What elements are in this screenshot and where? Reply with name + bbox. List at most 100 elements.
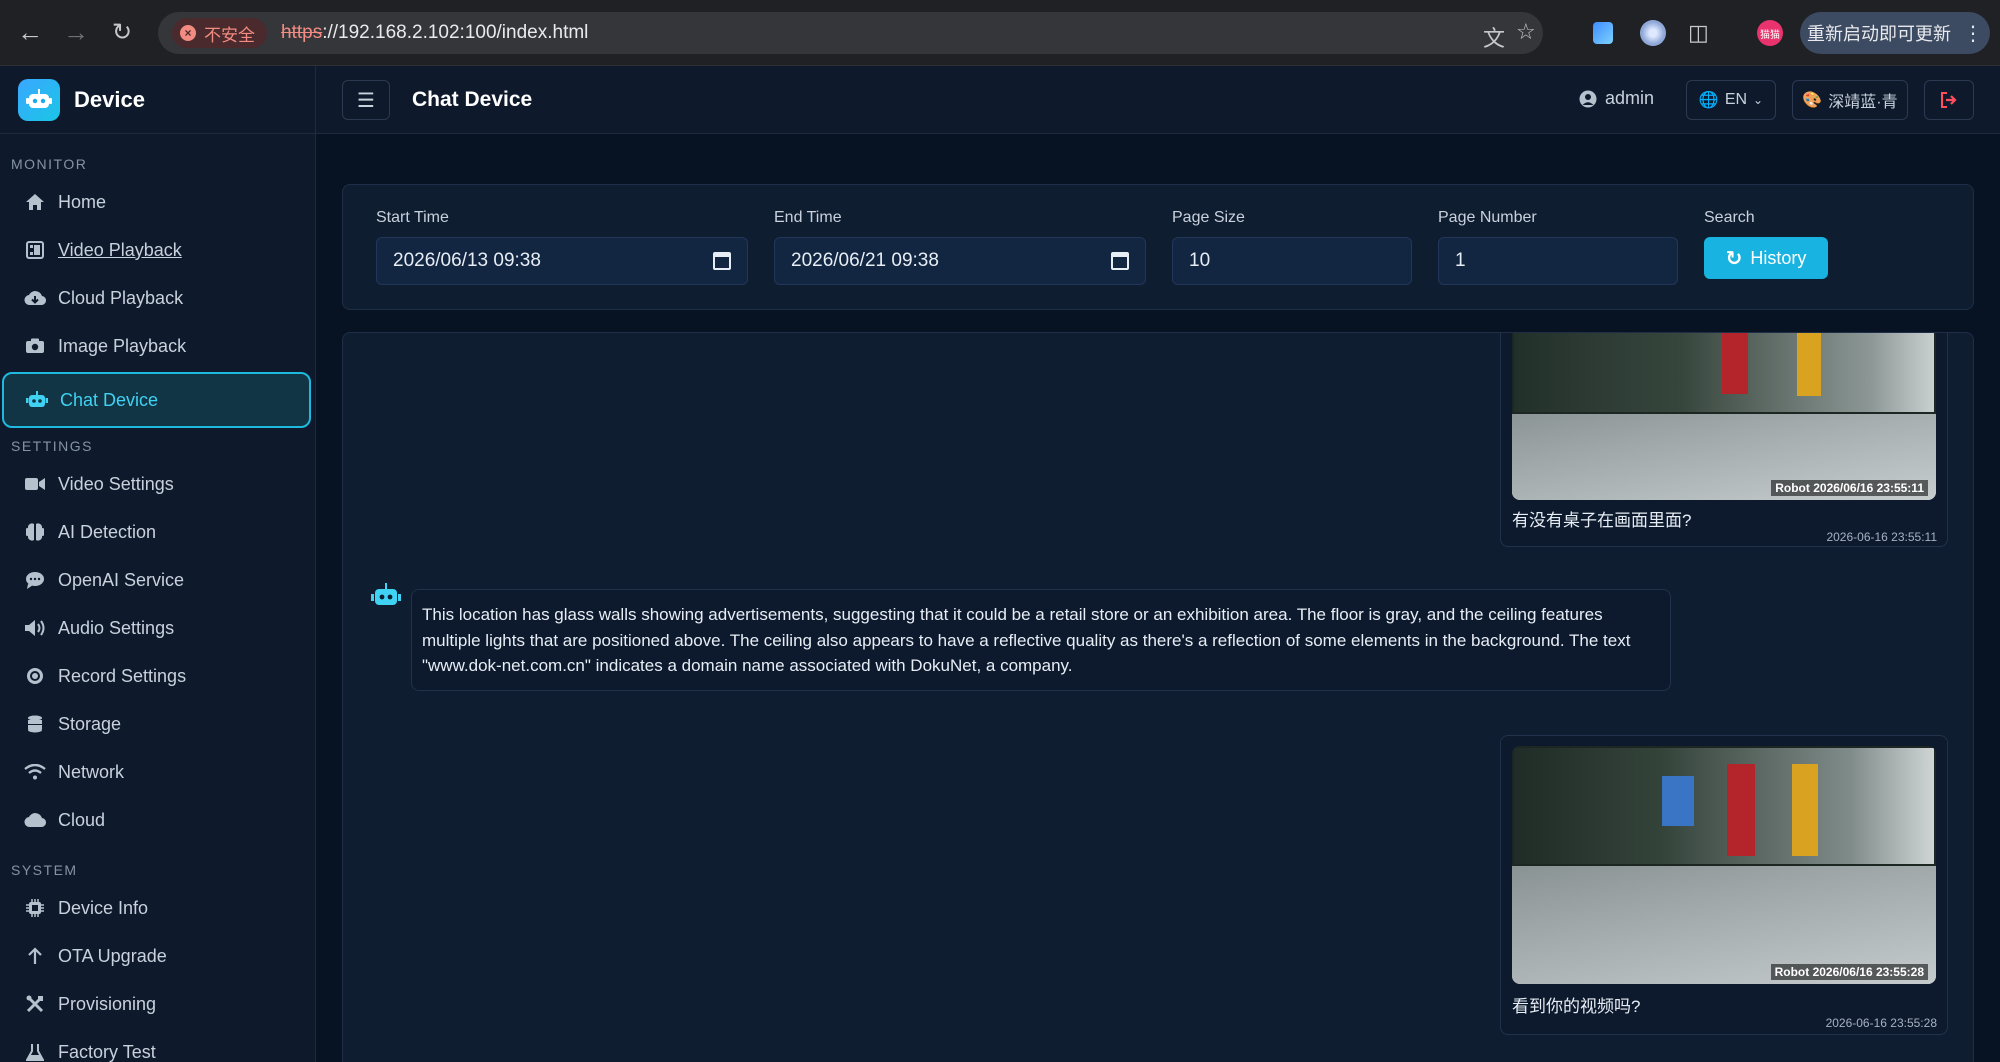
scene-advert (1797, 333, 1821, 396)
username: admin (1605, 88, 1655, 108)
update-button[interactable]: 重新启动即可更新 ⋮ (1800, 12, 1990, 54)
refresh-icon: ↻ (1725, 247, 1743, 270)
sidebar-item-video-settings[interactable]: Video Settings (0, 460, 315, 508)
user-circle-icon (1579, 90, 1597, 107)
bookmark-star-icon[interactable]: ☆ (1516, 19, 1536, 45)
calendar-icon[interactable] (713, 252, 731, 270)
user-menu[interactable]: admin (1579, 88, 1654, 109)
record-icon (24, 665, 46, 687)
url-text[interactable]: https://192.168.2.102:100/index.html (281, 22, 588, 44)
logout-button[interactable] (1924, 80, 1974, 120)
address-bar[interactable]: × 不安全 https://192.168.2.102:100/index.ht… (158, 12, 1543, 54)
bot-avatar-icon (371, 583, 401, 605)
sidebar-item-label: Image Playback (58, 335, 187, 356)
section-title-system: SYSTEM (11, 862, 78, 878)
sidebar-item-chat-device[interactable]: Chat Device (2, 372, 311, 428)
snapshot-stamp: Robot 2026/06/16 23:55:11 (1771, 480, 1928, 496)
sidebar-item-video-playback[interactable]: Video Playback (0, 226, 315, 274)
scene-advert (1792, 764, 1818, 856)
start-time-label: Start Time (376, 209, 449, 226)
forward-icon[interactable]: → (58, 15, 94, 51)
security-chip[interactable]: × 不安全 (172, 18, 267, 48)
brand: Device (0, 66, 315, 134)
sidebar-item-cloud-playback[interactable]: Cloud Playback (0, 274, 315, 322)
cloud-icon (24, 809, 46, 831)
extension-circle-icon[interactable] (1640, 20, 1666, 46)
tools-icon (24, 993, 46, 1015)
sidebar-item-network[interactable]: Network (0, 748, 315, 796)
cloud-download-icon (24, 287, 46, 309)
snapshot-stamp: Robot 2026/06/16 23:55:28 (1770, 964, 1928, 980)
wifi-icon (24, 761, 46, 783)
theme-select[interactable]: 🎨 深靖蓝·青 (1792, 80, 1908, 120)
sidebar-item-cloud[interactable]: Cloud (0, 796, 315, 844)
sidebar-item-ai-detection[interactable]: AI Detection (0, 508, 315, 556)
history-button-label: History (1750, 247, 1807, 268)
sidebar-item-home[interactable]: Home (0, 178, 315, 226)
main-content: Start Time 2026/06/13 09:38 End Time 202… (316, 134, 2000, 1062)
snapshot-image[interactable]: Robot 2026/06/16 23:55:28 (1512, 746, 1936, 984)
sidebar-item-provisioning[interactable]: Provisioning (0, 980, 315, 1028)
history-button[interactable]: ↻ History (1704, 237, 1828, 279)
film-icon (24, 239, 46, 261)
page-number-label: Page Number (1438, 209, 1537, 226)
profile-initials: 猫猫 (1760, 29, 1780, 41)
page-number-field: Page Number 1 (1438, 209, 1678, 285)
section-title-monitor: MONITOR (11, 156, 88, 172)
camera-icon (24, 335, 46, 357)
start-time-input[interactable]: 2026/06/13 09:38 (376, 237, 748, 285)
page-number-value: 1 (1455, 250, 1466, 271)
sidebar-item-label: Audio Settings (58, 617, 175, 638)
end-time-input[interactable]: 2026/06/21 09:38 (774, 237, 1146, 285)
sidebar-item-label: Cloud Playback (58, 287, 184, 308)
theme-value: 深靖蓝·青 (1828, 94, 1898, 111)
url-scheme: https (281, 22, 323, 43)
language-select[interactable]: 🌐 EN ⌄ (1686, 80, 1776, 120)
sidebar-item-label: Storage (58, 713, 122, 734)
database-icon (24, 713, 46, 735)
page-number-input[interactable]: 1 (1438, 237, 1678, 285)
profile-avatar[interactable]: 猫猫 (1757, 20, 1783, 46)
logout-icon (1941, 92, 1957, 108)
sidebar-item-record-settings[interactable]: Record Settings (0, 652, 315, 700)
sidebar-item-factory-test[interactable]: Factory Test (0, 1028, 315, 1062)
palette-icon: 🎨 (1802, 92, 1823, 109)
page-size-field: Page Size 10 (1172, 209, 1412, 285)
brain-icon (24, 521, 46, 543)
translate-icon[interactable]: 文 (1483, 21, 1505, 53)
sidebar-item-label: Home (58, 191, 107, 212)
sidebar-item-storage[interactable]: Storage (0, 700, 315, 748)
page-size-label: Page Size (1172, 209, 1245, 226)
sidebar-item-label: OTA Upgrade (58, 945, 167, 966)
sidebar-item-image-playback[interactable]: Image Playback (0, 322, 315, 370)
page-size-input[interactable]: 10 (1172, 237, 1412, 285)
bot-message: This location has glass walls showing ad… (411, 589, 1671, 691)
sidebar-item-audio-settings[interactable]: Audio Settings (0, 604, 315, 652)
end-time-field: End Time 2026/06/21 09:38 (774, 209, 1146, 285)
scene-advert (1727, 764, 1755, 856)
brand-title: Device (74, 86, 145, 112)
update-label: 重新启动即可更新 (1807, 24, 1951, 44)
reload-icon[interactable]: ↻ (104, 15, 140, 51)
sidebar-item-label: Factory Test (58, 1041, 156, 1062)
sidebar-item-label: Device Info (58, 897, 149, 918)
chat-history[interactable]: Robot 2026/06/16 23:55:11 有没有桌子在画面里面? 20… (342, 332, 1974, 1062)
sidebar-item-openai-service[interactable]: OpenAI Service (0, 556, 315, 604)
extension-gem-icon[interactable] (1593, 22, 1613, 44)
home-icon (24, 191, 46, 213)
snapshot-image[interactable]: Robot 2026/06/16 23:55:11 (1512, 333, 1936, 500)
sidebar-item-device-info[interactable]: Device Info (0, 884, 315, 932)
more-vertical-icon: ⋮ (1963, 22, 1983, 45)
sidebar-item-label: Record Settings (58, 665, 187, 686)
back-icon[interactable]: ← (12, 15, 48, 51)
arrow-up-icon (24, 945, 46, 967)
sidebar-item-label: Provisioning (58, 993, 157, 1014)
end-time-label: End Time (774, 209, 842, 226)
calendar-icon[interactable] (1111, 252, 1129, 270)
menu-toggle-button[interactable]: ☰ (342, 80, 390, 120)
sidebar-item-ota-upgrade[interactable]: OTA Upgrade (0, 932, 315, 980)
insecure-label: 不安全 (204, 25, 255, 45)
sidebar-item-label: OpenAI Service (58, 569, 185, 590)
extensions-puzzle-icon[interactable]: ◫ (1688, 20, 1709, 46)
hamburger-icon: ☰ (357, 89, 375, 112)
